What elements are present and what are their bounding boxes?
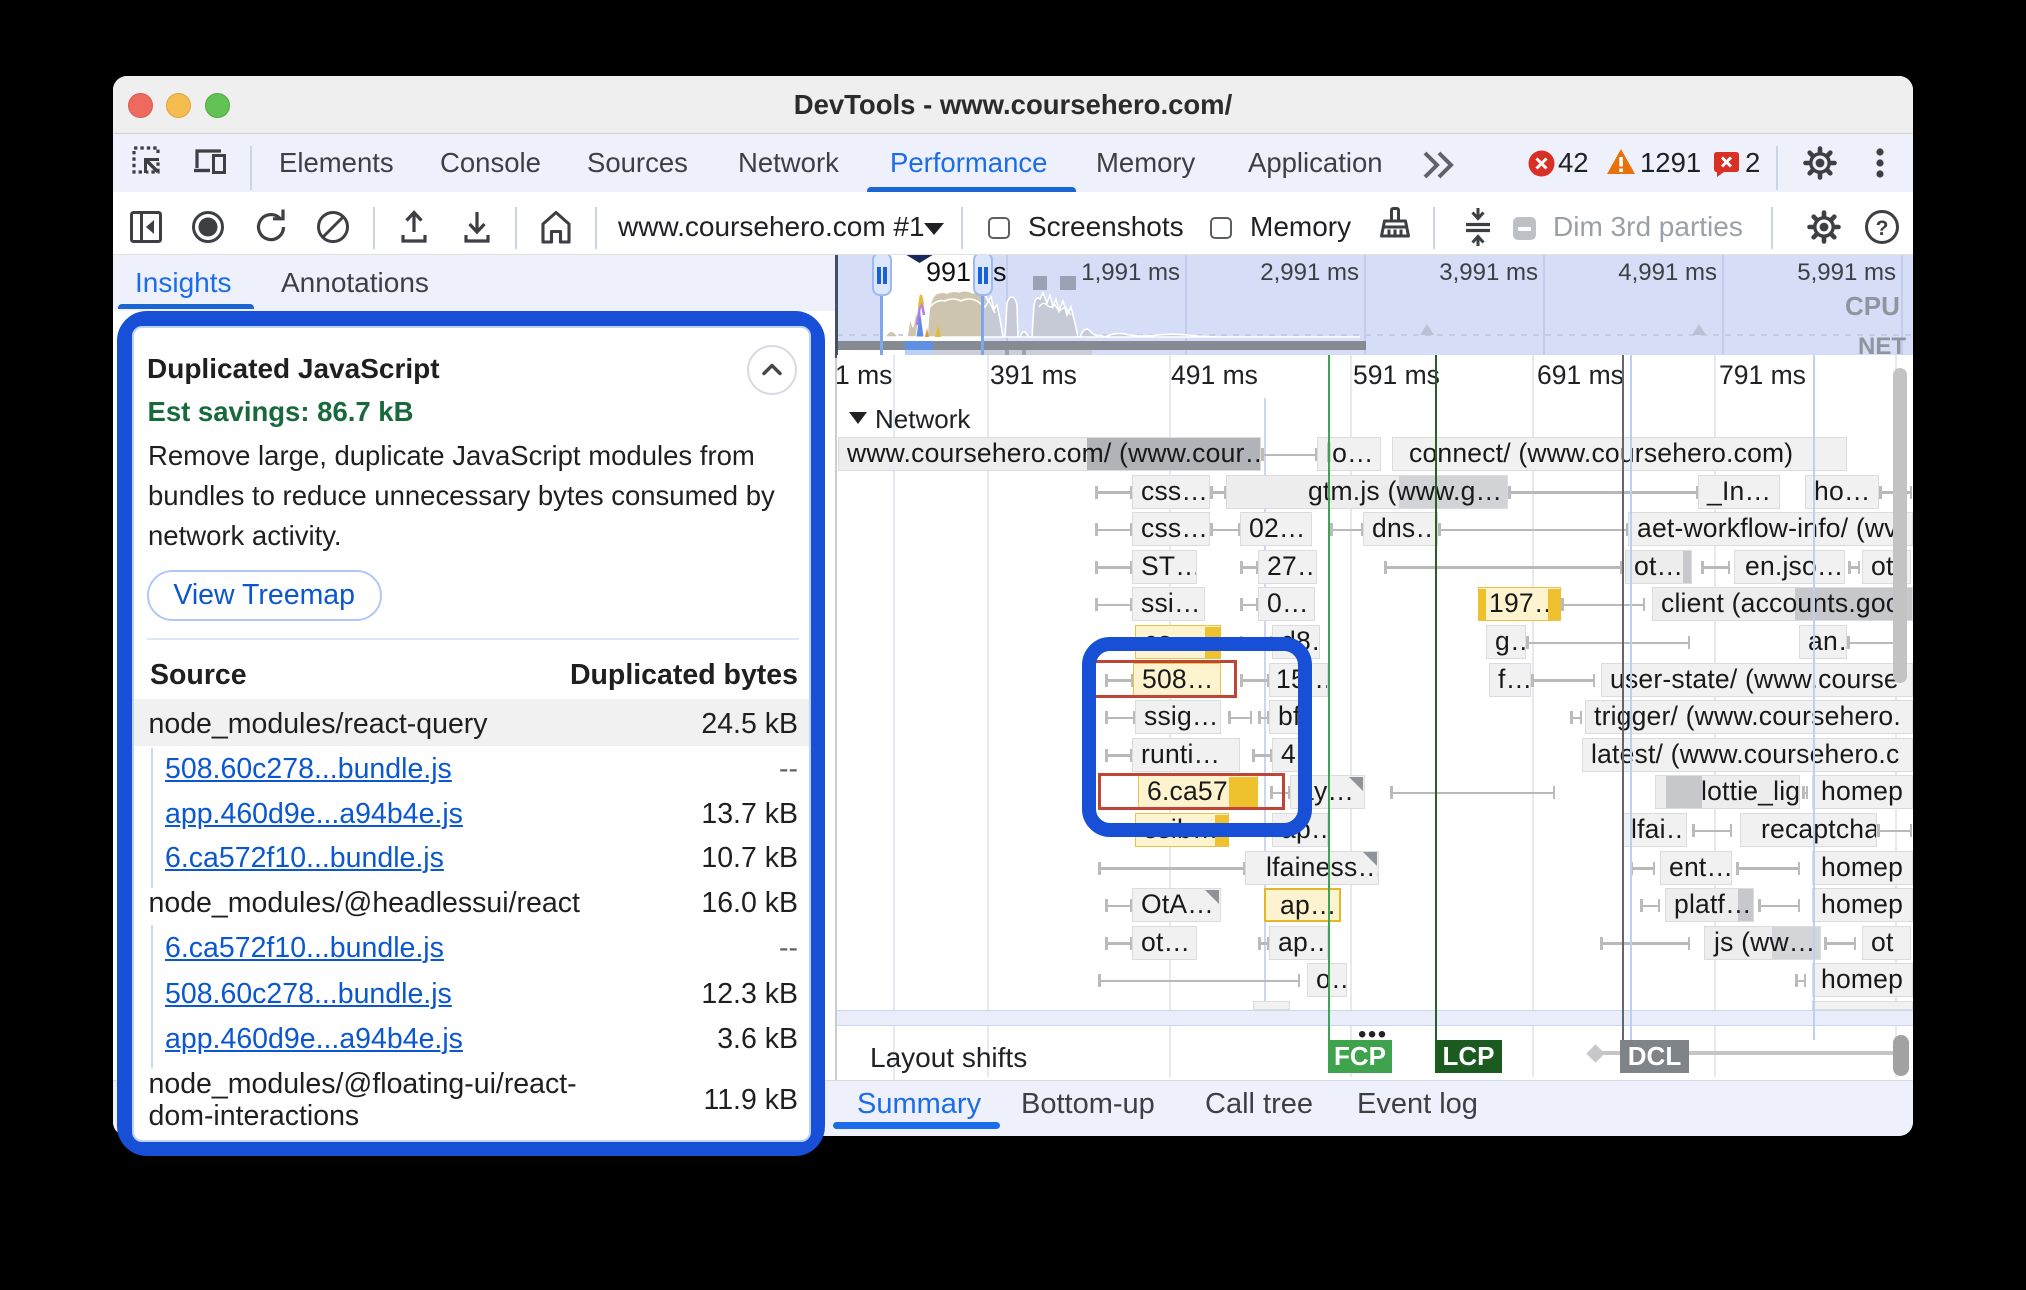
- svg-text:?: ?: [1876, 217, 1889, 240]
